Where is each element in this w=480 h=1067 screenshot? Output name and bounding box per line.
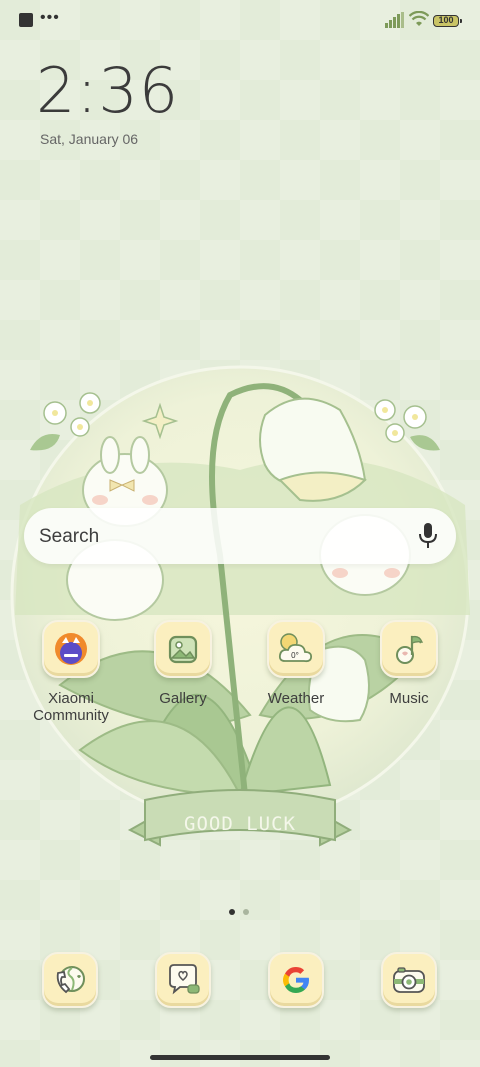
app-label-line1: Xiaomi: [48, 690, 94, 707]
dock-messages[interactable]: [133, 952, 233, 1008]
camera-icon[interactable]: [381, 952, 437, 1008]
signal-icon: [385, 12, 404, 28]
dock-google[interactable]: [246, 952, 346, 1008]
microphone-icon[interactable]: [418, 522, 438, 550]
battery-icon: 100: [433, 15, 462, 27]
wallpaper-illustration: GOOD LUCK: [10, 365, 470, 847]
app-gallery[interactable]: Gallery: [133, 620, 233, 707]
weather-badge: 0°: [291, 651, 299, 660]
app-label: Gallery: [133, 690, 233, 707]
app-xiaomi-community[interactable]: Xiaomi Community: [21, 620, 121, 724]
phone-icon[interactable]: [42, 952, 98, 1008]
app-label: Weather: [246, 690, 346, 707]
notification-app-icon: [19, 13, 33, 27]
search-bar[interactable]: Search: [24, 508, 456, 564]
google-icon[interactable]: [268, 952, 324, 1008]
clock-time[interactable]: 2:36: [36, 54, 179, 127]
app-label-line1: Music: [389, 690, 429, 707]
dock-camera[interactable]: [359, 952, 459, 1008]
wallpaper-banner-text: GOOD LUCK: [184, 813, 296, 835]
music-icon[interactable]: [380, 620, 438, 678]
weather-icon[interactable]: 0°: [267, 620, 325, 678]
search-placeholder: Search: [39, 526, 100, 547]
app-music[interactable]: Music: [359, 620, 459, 707]
clock-date[interactable]: Sat, January 06: [40, 131, 138, 147]
wifi-icon: [409, 11, 429, 26]
home-gesture-bar[interactable]: [150, 1055, 330, 1060]
gallery-icon[interactable]: [154, 620, 212, 678]
page-dot-active: [229, 909, 235, 915]
battery-level: 100: [438, 15, 454, 25]
messages-icon[interactable]: [155, 952, 211, 1008]
app-weather[interactable]: 0° Weather: [246, 620, 346, 707]
dock-phone[interactable]: [20, 952, 120, 1008]
page-dot: [243, 909, 249, 915]
more-notifications-icon: •••: [40, 9, 60, 26]
app-label-line1: Gallery: [159, 690, 207, 707]
app-label: Xiaomi Community: [21, 690, 121, 724]
app-label-line1: Weather: [267, 690, 325, 707]
status-bar: ••• 100: [0, 0, 480, 42]
xiaomi-community-icon[interactable]: [42, 620, 100, 678]
app-label-line2: Community: [33, 707, 109, 724]
app-label: Music: [359, 690, 459, 707]
